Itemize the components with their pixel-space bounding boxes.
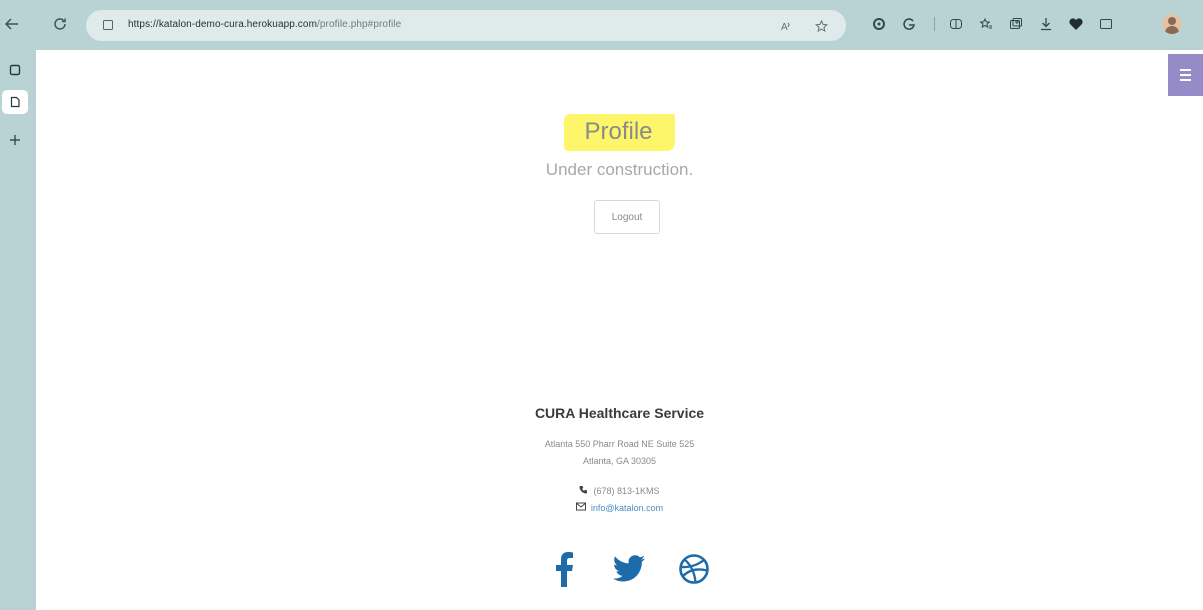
page-title-text: Profile (564, 114, 675, 151)
facebook-icon[interactable] (544, 547, 584, 591)
address-bar[interactable]: https://katalon-demo-cura.herokuapp.com/… (86, 10, 846, 41)
footer-contact: (678) 813-1KMS info@katalon.com (36, 483, 1203, 517)
footer-address-line1: Atlanta 550 Pharr Road NE Suite 525 (544, 439, 695, 449)
footer-company-name: CURA Healthcare Service (534, 405, 705, 421)
extension-heart-icon[interactable] (1065, 12, 1087, 36)
refresh-icon[interactable] (48, 12, 72, 36)
split-screen-icon[interactable] (945, 12, 967, 36)
envelope-icon (575, 500, 586, 517)
browser-window: https://katalon-demo-cura.herokuapp.com/… (0, 0, 1203, 610)
phone-icon (579, 483, 588, 500)
vertical-tabs-strip (0, 50, 36, 610)
svg-text:A: A (781, 22, 788, 32)
collections-icon[interactable] (1005, 12, 1027, 36)
footer-address-line2: Atlanta, GA 30305 (582, 456, 657, 466)
dribbble-icon[interactable] (674, 547, 714, 591)
profile-avatar[interactable] (1162, 14, 1182, 34)
page-viewport: Profile Under construction. Logout CURA … (36, 50, 1203, 610)
page-info-icon[interactable] (100, 17, 116, 33)
extension-circle-icon[interactable] (868, 12, 890, 36)
url-text[interactable]: https://katalon-demo-cura.herokuapp.com/… (128, 19, 401, 30)
page-subtitle: Under construction. (545, 160, 694, 179)
tab-actions-icon[interactable] (2, 58, 28, 82)
logout-button[interactable]: Logout (594, 200, 660, 234)
favorites-icon[interactable] (975, 12, 997, 36)
extension-g-icon[interactable] (898, 12, 920, 36)
footer-email-link[interactable]: info@katalon.com (591, 500, 663, 517)
hamburger-icon (1180, 69, 1191, 71)
read-aloud-icon[interactable]: A (776, 16, 796, 36)
social-links (544, 544, 714, 594)
url-host: https://katalon-demo-cura.herokuapp.com (128, 19, 317, 30)
url-path: /profile.php#profile (317, 19, 402, 30)
footer-phone-row: (678) 813-1KMS (36, 483, 1203, 500)
menu-toggle-button[interactable] (1168, 54, 1203, 96)
twitter-icon[interactable] (609, 547, 649, 591)
toolbar-divider (928, 12, 940, 36)
page-tab-icon[interactable] (2, 90, 28, 114)
browser-toolbar: https://katalon-demo-cura.herokuapp.com/… (0, 0, 1203, 50)
more-menu-icon[interactable] (1095, 12, 1117, 36)
page-title: Profile (36, 114, 1203, 151)
new-tab-icon[interactable] (2, 128, 28, 152)
favorite-star-icon[interactable] (811, 16, 831, 36)
footer-email-row: info@katalon.com (36, 500, 1203, 517)
downloads-icon[interactable] (1035, 12, 1057, 36)
back-arrow-icon[interactable] (0, 12, 24, 36)
footer-address: Atlanta 550 Pharr Road NE Suite 525 Atla… (36, 436, 1203, 470)
footer-phone: (678) 813-1KMS (593, 486, 660, 496)
